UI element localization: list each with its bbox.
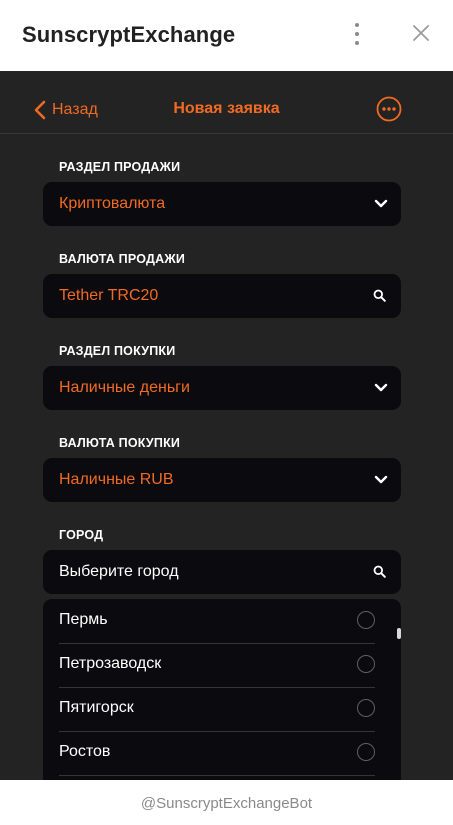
sell-currency-label: ВАЛЮТА ПРОДАЖИ (59, 252, 186, 266)
close-icon[interactable] (410, 22, 432, 44)
radio-button[interactable] (357, 743, 375, 761)
city-option-label: Ростов (59, 743, 111, 760)
sell-section-select[interactable]: Криптовалюта (43, 182, 401, 226)
city-options-list: Пермь Петрозаводск Пятигорск Ростов (43, 599, 401, 780)
kebab-menu-icon[interactable] (349, 21, 365, 47)
city-option-label: Пермь (59, 611, 108, 628)
window-titlebar: SunscryptExchange (0, 0, 453, 71)
city-search-input[interactable]: Выберите город (43, 550, 401, 594)
radio-button[interactable] (357, 699, 375, 717)
sell-currency-value: Tether TRC20 (59, 287, 159, 304)
buy-currency-value: Наличные RUB (59, 471, 174, 488)
window-title: SunscryptExchange (22, 22, 236, 47)
chevron-down-icon (374, 383, 388, 392)
buy-section-value: Наличные деньги (59, 379, 190, 396)
search-icon (373, 565, 386, 578)
city-option[interactable]: Петрозаводск (59, 643, 375, 688)
sell-section-label: РАЗДЕЛ ПРОДАЖИ (59, 160, 181, 174)
screen-header: Назад Новая заявка (0, 71, 453, 134)
buy-section-select[interactable]: Наличные деньги (43, 366, 401, 410)
chevron-down-icon (374, 199, 388, 208)
radio-button[interactable] (357, 655, 375, 673)
more-options-icon[interactable] (376, 96, 402, 122)
app-screen: Назад Новая заявка РАЗДЕЛ ПРОДАЖИ Крипто… (0, 71, 453, 780)
buy-currency-label: ВАЛЮТА ПОКУПКИ (59, 436, 181, 450)
city-placeholder: Выберите город (59, 563, 179, 580)
city-option-label: Пятигорск (59, 699, 134, 716)
city-label: ГОРОД (59, 528, 104, 542)
sell-currency-search[interactable]: Tether TRC20 (43, 274, 401, 318)
city-option-label: Петрозаводск (59, 655, 162, 672)
list-scrollbar[interactable] (397, 628, 401, 639)
chevron-down-icon (374, 475, 388, 484)
bot-handle[interactable]: @SunscryptExchangeBot (0, 780, 453, 812)
sell-section-value: Криптовалюта (59, 195, 166, 212)
city-option[interactable]: Пятигорск (59, 687, 375, 732)
search-icon (373, 289, 386, 302)
footer: @SunscryptExchangeBot (0, 780, 453, 825)
buy-currency-select[interactable]: Наличные RUB (43, 458, 401, 502)
buy-section-label: РАЗДЕЛ ПОКУПКИ (59, 344, 176, 358)
city-option[interactable]: Ростов (59, 731, 375, 776)
city-option[interactable]: Пермь (59, 599, 375, 644)
radio-button[interactable] (357, 611, 375, 629)
